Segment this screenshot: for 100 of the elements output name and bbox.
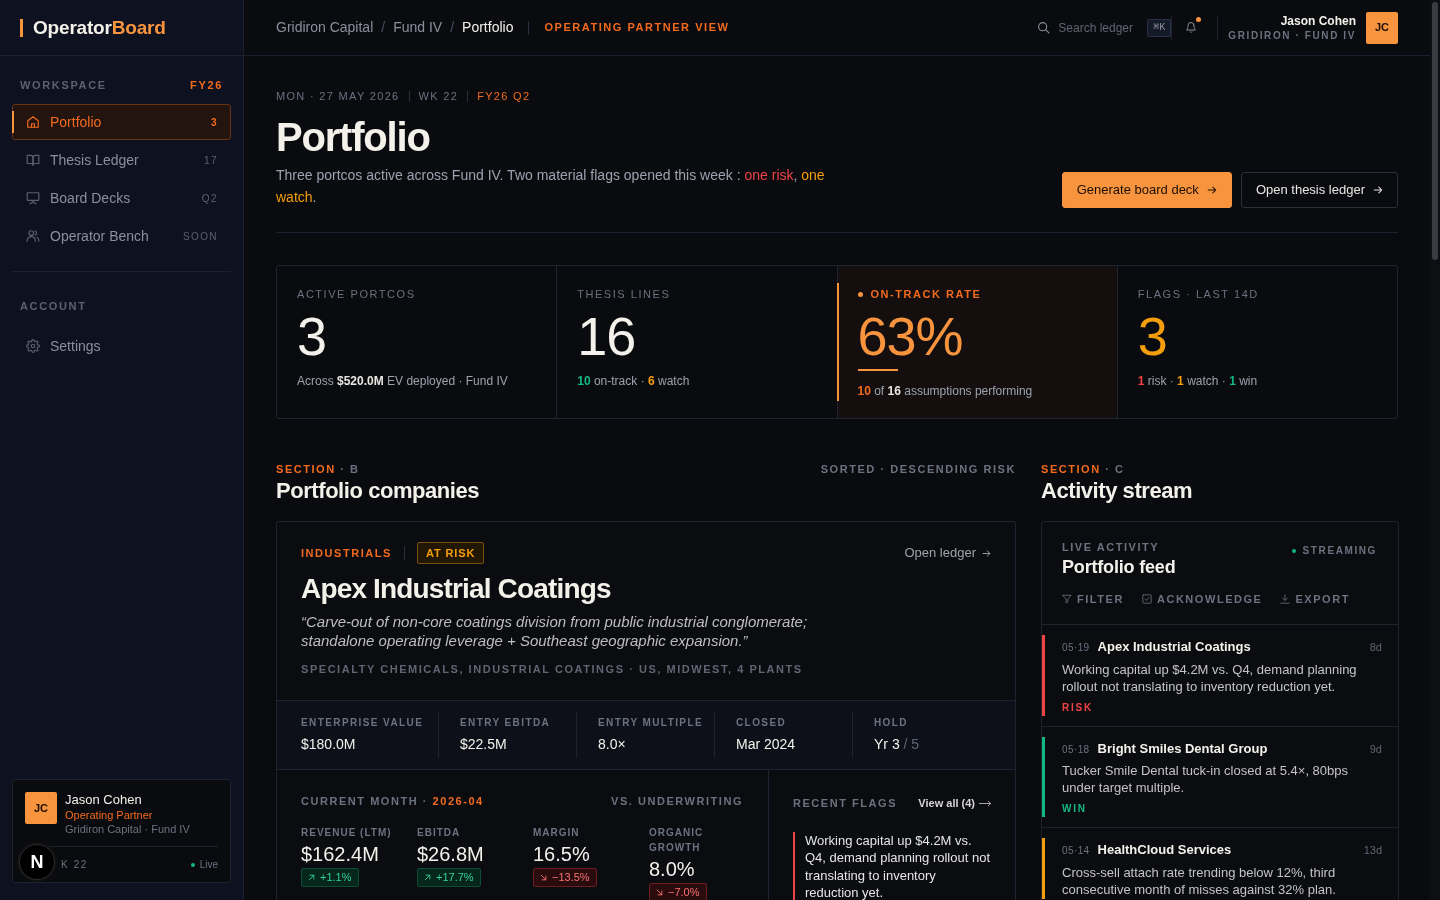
- long-arrow-icon: [979, 799, 991, 807]
- shortcut-key: ⌘K: [1147, 18, 1172, 37]
- nav-item[interactable]: Operator Bench SOON: [12, 218, 231, 254]
- flag-text: Working capital up $4.2M vs. Q4, demand planning rollout not translating to inventory reduction yet.: [804, 831, 991, 900]
- stat-value: 63%: [857, 309, 964, 363]
- nav-count: Q2: [201, 191, 218, 206]
- kpi-value: $26.8M: [417, 842, 485, 866]
- stat-value: 16: [577, 309, 637, 363]
- page-subtitle: Three portcos active across Fund IV. Two material flags opened this week : one risk, one watch.: [276, 166, 826, 207]
- user-role: Operating Partner: [65, 808, 154, 822]
- nav-item[interactable]: Board Decks Q2: [12, 180, 231, 216]
- toolbar-button[interactable]: FILTER: [1062, 592, 1124, 606]
- section-title: Activity stream: [1041, 477, 1193, 505]
- item-title: Bright Smiles Dental Group: [1097, 740, 1268, 757]
- status-text: Live: [199, 858, 218, 872]
- section-eyebrow: SECTION · B: [276, 462, 361, 476]
- dot-icon: [857, 291, 863, 297]
- open-ledger-link[interactable]: Open ledger: [904, 543, 991, 563]
- status-text: STREAMING: [1302, 544, 1377, 558]
- kpi-value: 8.0%: [649, 857, 696, 881]
- kpi-label: MARGIN: [533, 826, 581, 840]
- quarter-label: FY26 Q2: [477, 89, 531, 103]
- delta-value: −7.0%: [668, 886, 700, 899]
- arrow-down-right-icon: [656, 889, 663, 896]
- week-label: K 22: [61, 858, 88, 872]
- item-date: 05·14: [1062, 844, 1090, 858]
- kpi-value: $162.4M: [301, 842, 380, 866]
- breadcrumb-separator: /: [381, 18, 386, 37]
- arrow-down-right-icon: [540, 874, 547, 881]
- download-icon: [1280, 594, 1291, 604]
- user-organization: Gridiron Capital · Fund IV: [65, 822, 190, 836]
- status-badge: AT RISK: [416, 542, 485, 564]
- page-title: Portfolio: [276, 115, 431, 159]
- item-text: Working capital up $4.2M vs. Q4, demand planning rollout not translating to inventory reduction yet.: [1062, 660, 1358, 695]
- stat-caption: 10 of 16 assumptions performing: [857, 383, 1034, 399]
- breadcrumb-link[interactable]: Gridiron Capital: [276, 17, 374, 38]
- term-value: Mar 2024: [736, 735, 797, 754]
- underline-accent-icon: [857, 369, 898, 371]
- arrow-right-icon: [982, 548, 991, 558]
- dev-tools-button[interactable]: N: [19, 844, 55, 880]
- nav-item[interactable]: Thesis Ledger 17: [12, 142, 231, 178]
- search-field[interactable]: Search ledger: [1058, 18, 1143, 37]
- avatar: JC: [25, 792, 57, 824]
- delta-value: −13.5%: [552, 871, 590, 884]
- stat-value: 3: [297, 309, 327, 363]
- scrollbar-thumb[interactable]: [1432, 2, 1438, 260]
- book-icon: [26, 153, 40, 167]
- item-date: 05·19: [1062, 641, 1090, 655]
- item-text: Tucker Smile Dental tuck-in closed at 5.4×, 80bps under target multiple.: [1062, 762, 1350, 796]
- stat-label: ACTIVE PORTCOS: [297, 287, 416, 301]
- feed-title: Portfolio feed: [1062, 556, 1176, 578]
- term-value: Yr 3 / 5: [874, 735, 921, 754]
- arrow-right-icon: [1373, 185, 1383, 195]
- section-label: WORKSPACE: [20, 78, 107, 92]
- settings-icon: [26, 339, 40, 353]
- term-label: ENTRY MULTIPLE: [598, 716, 704, 730]
- toolbar-button[interactable]: ACKNOWLEDGE: [1141, 592, 1263, 606]
- sector-label: INDUSTRIALS: [301, 545, 392, 561]
- feed-eyebrow: LIVE ACTIVITY: [1062, 540, 1161, 554]
- item-age: 9d: [1369, 741, 1382, 757]
- nav-item[interactable]: Settings: [12, 328, 231, 364]
- kpi-label: REVENUE (LTM): [301, 826, 393, 840]
- term-label: CLOSED: [736, 716, 788, 730]
- app-logo: OperatorBoard: [33, 15, 166, 40]
- view-all-link[interactable]: View all (4): [918, 795, 991, 812]
- checkbox-icon: [1141, 594, 1152, 604]
- nav-item[interactable]: Portfolio 3: [12, 104, 231, 140]
- stat-caption: Across $520.0M EV deployed · Fund IV: [297, 373, 509, 389]
- view-label: OPERATING PARTNER VIEW: [544, 20, 730, 36]
- breadcrumb-link[interactable]: Fund IV: [393, 17, 443, 38]
- nav-count: 17: [204, 153, 218, 168]
- user-name: Jason Cohen: [1279, 13, 1356, 29]
- search-icon: [1037, 21, 1051, 34]
- arrow-up-right-icon: [424, 874, 431, 881]
- item-age: 8d: [1369, 640, 1382, 655]
- kpi-label: EBITDA: [417, 826, 462, 840]
- stat-caption: 10 on-track · 6 watch: [577, 373, 691, 389]
- stat-value: 3: [1137, 309, 1168, 363]
- bell-icon: [1185, 21, 1198, 34]
- nav-count: SOON: [182, 229, 218, 244]
- section-eyebrow: SECTION · C: [1041, 462, 1126, 476]
- generate-button[interactable]: Generate board deck: [1061, 172, 1232, 208]
- nav-count: 3: [211, 115, 218, 130]
- arrow-up-right-icon: [308, 874, 315, 881]
- stat-label: THESIS LINES: [577, 287, 671, 301]
- term-label: HOLD: [874, 716, 909, 730]
- logo-bar-icon: [20, 18, 23, 37]
- item-date: 05·18: [1062, 742, 1090, 757]
- item-title: Apex Industrial Coatings: [1097, 639, 1251, 655]
- term-label: ENTERPRISE VALUE: [301, 716, 425, 730]
- breadcrumb-link[interactable]: Portfolio: [462, 17, 514, 38]
- period-label: CURRENT MONTH · 2026-04: [301, 794, 484, 808]
- avatar[interactable]: JC: [1366, 11, 1398, 44]
- comparison-label: VS. UNDERWRITING: [611, 794, 743, 808]
- home-icon: [26, 115, 40, 129]
- flags-label: RECENT FLAGS: [793, 796, 898, 811]
- open-button[interactable]: Open thesis ledger: [1240, 172, 1398, 208]
- toolbar-button[interactable]: EXPORT: [1280, 592, 1350, 606]
- item-tag: WIN: [1062, 802, 1382, 816]
- term-value: $180.0M: [301, 735, 357, 754]
